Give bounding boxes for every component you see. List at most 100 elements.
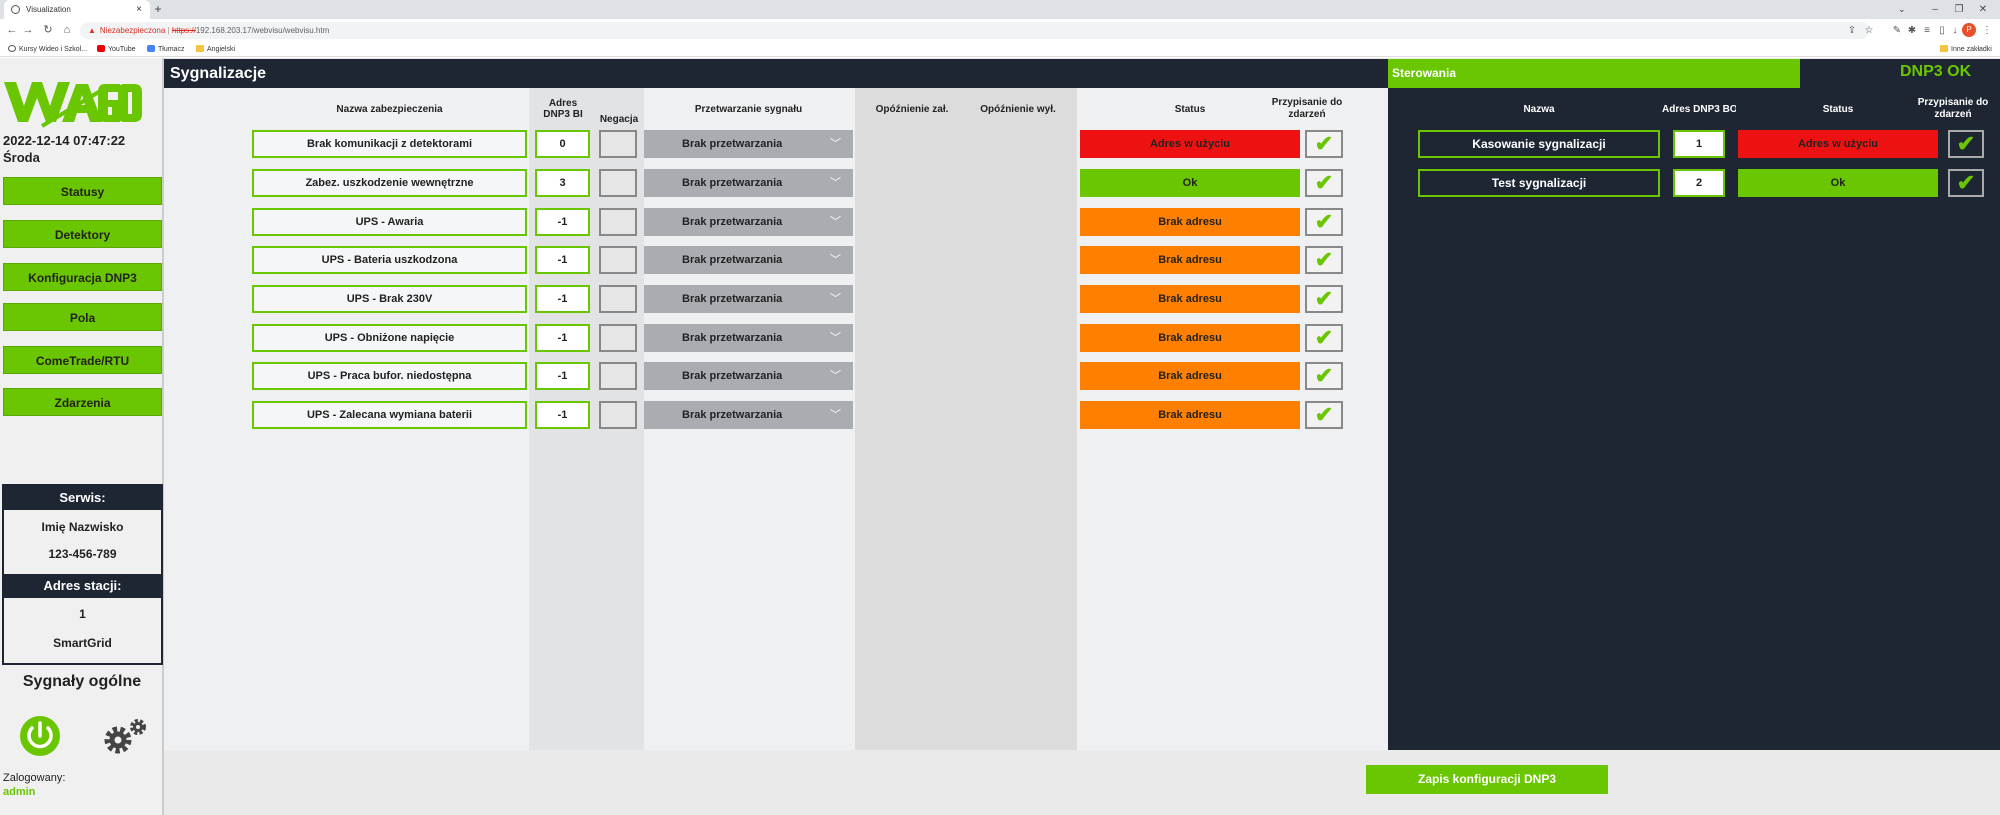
home-icon[interactable]: ⌂ — [59, 19, 75, 42]
signal-name-field[interactable]: Brak komunikacji z detektorami — [252, 130, 527, 158]
signal-address-input[interactable]: -1 — [535, 324, 590, 352]
negation-checkbox[interactable] — [599, 401, 637, 429]
service-name: Imię Nazwisko — [41, 520, 124, 534]
maximize-icon[interactable]: ❐ — [1948, 0, 1970, 19]
save-dnp3-config-button[interactable]: Zapis konfiguracji DNP3 — [1366, 765, 1608, 794]
col-header-delay-off: Opóźnienie wył. — [980, 104, 1056, 115]
chevron-down-icon: ﹀ — [830, 138, 841, 150]
profile-avatar[interactable]: P — [1962, 23, 1976, 37]
signal-name-field[interactable]: UPS - Zalecana wymiana baterii — [252, 401, 527, 429]
signal-name-field[interactable]: UPS - Praca bufor. niedostępna — [252, 362, 527, 390]
negation-checkbox[interactable] — [599, 246, 637, 274]
assign-events-checkbox[interactable]: ✔ — [1305, 169, 1343, 197]
service-panel: Serwis: Imię Nazwisko 123-456-789 Adres … — [2, 484, 163, 665]
share-icon[interactable]: ⇪ — [1845, 22, 1859, 39]
control-name-field[interactable]: Kasowanie sygnalizacji — [1418, 130, 1660, 158]
ctrl-col-header-addr: Adres DNP3 BO — [1662, 104, 1736, 115]
signal-address-input[interactable]: -1 — [535, 401, 590, 429]
signal-address-input[interactable]: 3 — [535, 169, 590, 197]
processing-dropdown[interactable]: Brak przetwarzania ﹀ — [644, 324, 853, 352]
negation-checkbox[interactable] — [599, 208, 637, 236]
signal-name-field[interactable]: UPS - Bateria uszkodzona — [252, 246, 527, 274]
processing-dropdown[interactable]: Brak przetwarzania ﹀ — [644, 208, 853, 236]
signal-address-input[interactable]: -1 — [535, 246, 590, 274]
forward-icon[interactable]: → — [20, 19, 36, 42]
puzzle-icon[interactable]: ✱ — [1905, 22, 1919, 39]
assign-events-checkbox[interactable]: ✔ — [1305, 130, 1343, 158]
chevron-down-icon: ﹀ — [830, 293, 841, 305]
signal-status-badge: Brak adresu — [1080, 246, 1300, 274]
negation-checkbox[interactable] — [599, 130, 637, 158]
power-icon[interactable] — [18, 714, 62, 758]
back-icon[interactable]: ← — [4, 19, 20, 42]
menu-icon[interactable]: ⋮ — [1980, 22, 1994, 39]
bookmark-item[interactable]: Kursy Wideo i Szkol... — [8, 42, 87, 57]
assign-events-checkbox[interactable]: ✔ — [1305, 401, 1343, 429]
nav-cometrade-rtu-button[interactable]: ComeTrade/RTU — [3, 346, 162, 374]
bookmark-item[interactable]: Tłumacz — [147, 42, 184, 57]
control-name-field[interactable]: Test sygnalizacji — [1418, 169, 1660, 197]
signal-status-badge: Brak adresu — [1080, 324, 1300, 352]
processing-dropdown[interactable]: Brak przetwarzania ﹀ — [644, 130, 853, 158]
logged-in-user: admin — [3, 786, 36, 798]
browser-tab[interactable]: Visualization × — [4, 0, 150, 19]
nav-detektory-button[interactable]: Detektory — [3, 220, 162, 248]
bookmark-star-icon[interactable]: ☆ — [1862, 22, 1876, 39]
processing-dropdown[interactable]: Brak przetwarzania ﹀ — [644, 285, 853, 313]
assign-events-checkbox[interactable]: ✔ — [1305, 285, 1343, 313]
settings-gears-icon[interactable] — [100, 716, 150, 758]
minimize-icon[interactable]: – — [1924, 0, 1946, 19]
close-tab-icon[interactable]: × — [136, 0, 142, 19]
negation-checkbox[interactable] — [599, 169, 637, 197]
signal-name-field[interactable]: UPS - Brak 230V — [252, 285, 527, 313]
window-close-icon[interactable]: ✕ — [1972, 0, 1994, 19]
control-status-badge: Ok — [1738, 169, 1938, 197]
signal-address-input[interactable]: -1 — [535, 208, 590, 236]
media-icon[interactable]: ≡ — [1920, 22, 1934, 39]
signal-name-field[interactable]: UPS - Awaria — [252, 208, 527, 236]
processing-dropdown[interactable]: Brak przetwarzania ﹀ — [644, 169, 853, 197]
translate-icon — [147, 45, 155, 52]
url-bar[interactable]: ▲ Niezabezpieczona | https://192.168.203.… — [80, 22, 1870, 39]
control-assign-checkbox[interactable]: ✔ — [1948, 169, 1984, 197]
signal-name-field[interactable]: Zabez. uszkodzenie wewnętrzne — [252, 169, 527, 197]
folder-icon — [196, 45, 204, 52]
new-tab-button[interactable]: + — [150, 0, 166, 19]
extension-icon[interactable]: ✎ — [1890, 22, 1904, 39]
chevron-down-icon: ﹀ — [830, 216, 841, 228]
signal-address-input[interactable]: -1 — [535, 285, 590, 313]
current-datetime: 2022-12-14 07:47:22 — [3, 133, 126, 148]
signal-address-input[interactable]: -1 — [535, 362, 590, 390]
bookmark-item[interactable]: YouTube — [97, 42, 136, 57]
general-signals-title: Sygnały ogólne — [22, 673, 142, 690]
service-phone: 123-456-789 — [48, 547, 117, 561]
control-address-input[interactable]: 1 — [1673, 130, 1725, 158]
nav-konfiguracja-dnp3-button[interactable]: Konfiguracja DNP3 — [3, 263, 162, 291]
processing-dropdown[interactable]: Brak przetwarzania ﹀ — [644, 362, 853, 390]
nav-pola-button[interactable]: Pola — [3, 303, 162, 331]
reload-icon[interactable]: ↻ — [40, 19, 56, 42]
nav-statusy-button[interactable]: Statusy — [3, 177, 162, 205]
negation-checkbox[interactable] — [599, 324, 637, 352]
col-header-negation: Negacja — [599, 114, 639, 125]
bookmark-item[interactable]: Angielski — [196, 42, 235, 57]
signal-status-badge: Brak adresu — [1080, 208, 1300, 236]
processing-dropdown[interactable]: Brak przetwarzania ﹀ — [644, 246, 853, 274]
processing-dropdown[interactable]: Brak przetwarzania ﹀ — [644, 401, 853, 429]
tab-search-icon[interactable]: ⌄ — [1898, 0, 1912, 19]
bookmark-item[interactable]: Inne zakładki — [1940, 42, 1992, 57]
control-assign-checkbox[interactable]: ✔ — [1948, 130, 1984, 158]
ctrl-col-header-name: Nazwa — [1523, 104, 1555, 115]
downloads-icon[interactable]: ↓ — [1948, 22, 1962, 39]
signal-name-field[interactable]: UPS - Obniżone napięcie — [252, 324, 527, 352]
assign-events-checkbox[interactable]: ✔ — [1305, 208, 1343, 236]
assign-events-checkbox[interactable]: ✔ — [1305, 324, 1343, 352]
assign-events-checkbox[interactable]: ✔ — [1305, 246, 1343, 274]
sidepanel-icon[interactable]: ▯ — [1935, 22, 1949, 39]
assign-events-checkbox[interactable]: ✔ — [1305, 362, 1343, 390]
negation-checkbox[interactable] — [599, 362, 637, 390]
nav-zdarzenia-button[interactable]: Zdarzenia — [3, 388, 162, 416]
control-address-input[interactable]: 2 — [1673, 169, 1725, 197]
signal-address-input[interactable]: 0 — [535, 130, 590, 158]
negation-checkbox[interactable] — [599, 285, 637, 313]
